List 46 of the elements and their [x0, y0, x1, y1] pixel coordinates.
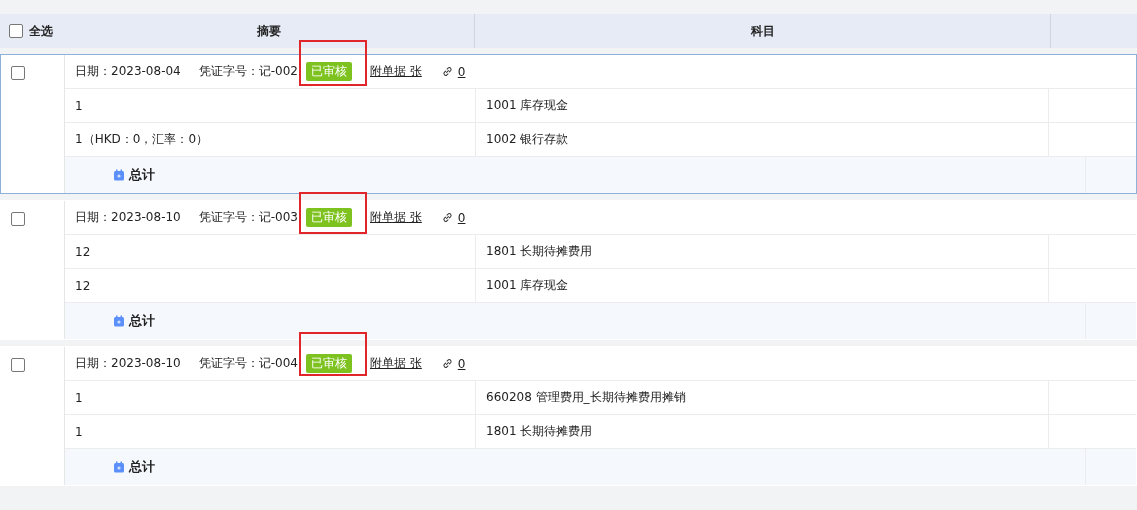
summary-cell: 1 [65, 89, 476, 122]
link-icon [441, 358, 453, 369]
total-label: 总计 [129, 166, 155, 184]
account-cell: 1002 银行存款 [476, 123, 1049, 156]
select-all-checkbox[interactable] [9, 24, 23, 38]
summary-cell: 1（HKD：0，汇率：0） [65, 123, 476, 156]
column-header: 摘要 [63, 14, 475, 48]
link-count[interactable]: 0 [457, 64, 466, 79]
link-icon [441, 212, 453, 223]
voucher-number: 凭证字号：记-004 [198, 355, 298, 372]
attachments-link[interactable]: 附单据 张 [370, 209, 422, 226]
account-cell: 1001 库存现金 [476, 269, 1049, 302]
voucher-number: 凭证字号：记-003 [198, 209, 298, 226]
status-badge: 已审核 [306, 62, 352, 81]
summary-cell: 1 [65, 381, 476, 414]
voucher-card[interactable]: 日期：2023-08-04 凭证字号：记-002 已审核 附单据 张 0 1 1001 库存现金 1（HKD：0，汇率：0） 1002 银行存款 总计 [0, 54, 1137, 194]
attachments-link[interactable]: 附单据 张 [370, 355, 422, 372]
status-badge: 已审核 [306, 208, 352, 227]
voucher-number: 凭证字号：记-002 [198, 63, 298, 80]
voucher-date: 日期：2023-08-04 [75, 63, 181, 80]
calendar-icon [113, 315, 125, 327]
total-label: 总计 [129, 312, 155, 330]
voucher-checkbox[interactable] [11, 212, 25, 226]
account-cell: 1801 长期待摊费用 [476, 235, 1049, 268]
voucher-card[interactable]: 日期：2023-08-10 凭证字号：记-003 已审核 附单据 张 0 12 1801 长期待摊费用 12 1001 库存现金 总计 [0, 200, 1137, 340]
status-badge: 已审核 [306, 354, 352, 373]
summary-cell: 12 [65, 235, 476, 268]
voucher-card[interactable]: 日期：2023-08-10 凭证字号：记-004 已审核 附单据 张 0 1 660208 管理费用_长期待摊费用摊销 1 1801 长期待摊费用 总计 [0, 346, 1137, 486]
summary-cell: 12 [65, 269, 476, 302]
link-count[interactable]: 0 [457, 210, 466, 225]
calendar-icon [113, 169, 125, 181]
total-label: 总计 [129, 458, 155, 476]
voucher-checkbox[interactable] [11, 358, 25, 372]
link-count[interactable]: 0 [457, 356, 466, 371]
link-icon [441, 66, 453, 77]
voucher-checkbox[interactable] [11, 66, 25, 80]
account-cell: 1001 库存现金 [476, 89, 1049, 122]
calendar-icon [113, 461, 125, 473]
select-all-label: 全选 [29, 22, 53, 40]
voucher-date: 日期：2023-08-10 [75, 355, 181, 372]
column-header: 科目 [475, 14, 1051, 48]
attachments-link[interactable]: 附单据 张 [370, 63, 422, 80]
summary-cell: 1 [65, 415, 476, 448]
account-cell: 1801 长期待摊费用 [476, 415, 1049, 448]
voucher-date: 日期：2023-08-10 [75, 209, 181, 226]
account-cell: 660208 管理费用_长期待摊费用摊销 [476, 381, 1049, 414]
